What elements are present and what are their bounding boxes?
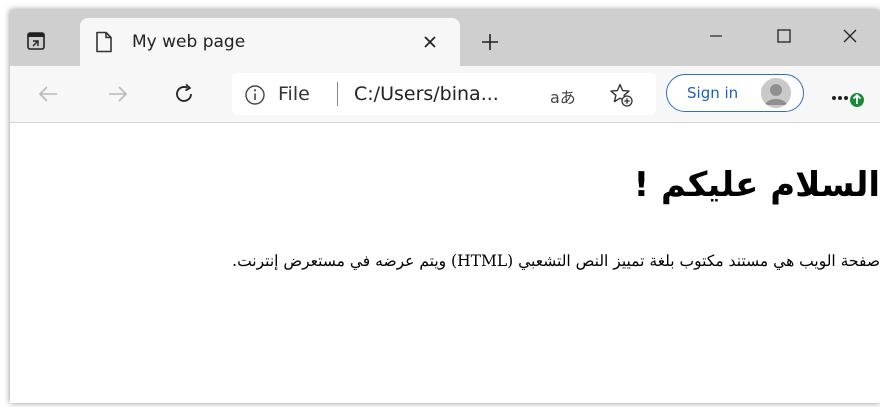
refresh-icon[interactable]	[170, 80, 198, 108]
new-tab-plus-icon[interactable]	[476, 28, 504, 56]
toolbar: File C:/Users/bina... aあ Sign in	[10, 66, 880, 123]
address-scheme-label: File	[278, 83, 310, 105]
add-favorite-icon[interactable]	[608, 82, 634, 108]
address-url-text[interactable]: C:/Users/bina...	[354, 83, 499, 105]
tab-actions-icon[interactable]	[22, 27, 50, 55]
avatar-icon	[761, 78, 791, 108]
page-icon	[94, 31, 114, 53]
page-paragraph: صفحة الويب هي مستند مكتوب بلغة تمييز الن…	[232, 252, 880, 270]
browser-window: My web page File C:/Users/bina... aあ Sig…	[10, 10, 880, 403]
page-heading: السلام عليكم !	[633, 165, 880, 205]
read-aloud-icon[interactable]: aあ	[550, 84, 576, 108]
info-icon[interactable]	[244, 84, 266, 106]
more-icon[interactable]	[830, 86, 870, 110]
back-arrow-icon[interactable]	[34, 80, 62, 108]
sign-in-label: Sign in	[687, 84, 739, 102]
minimize-icon[interactable]	[696, 20, 736, 52]
window-close-icon[interactable]	[830, 20, 870, 52]
title-bar: My web page	[10, 10, 880, 66]
tab-my-web-page[interactable]: My web page	[80, 18, 460, 66]
address-bar[interactable]: File C:/Users/bina... aあ	[232, 73, 656, 115]
forward-arrow-icon[interactable]	[104, 80, 132, 108]
sign-in-button[interactable]: Sign in	[666, 74, 804, 112]
address-separator	[337, 82, 338, 106]
maximize-icon[interactable]	[764, 20, 804, 52]
tab-close-icon[interactable]	[416, 28, 444, 56]
tab-title: My web page	[132, 32, 246, 52]
page-content: السلام عليكم ! صفحة الويب هي مستند مكتوب…	[10, 123, 880, 403]
